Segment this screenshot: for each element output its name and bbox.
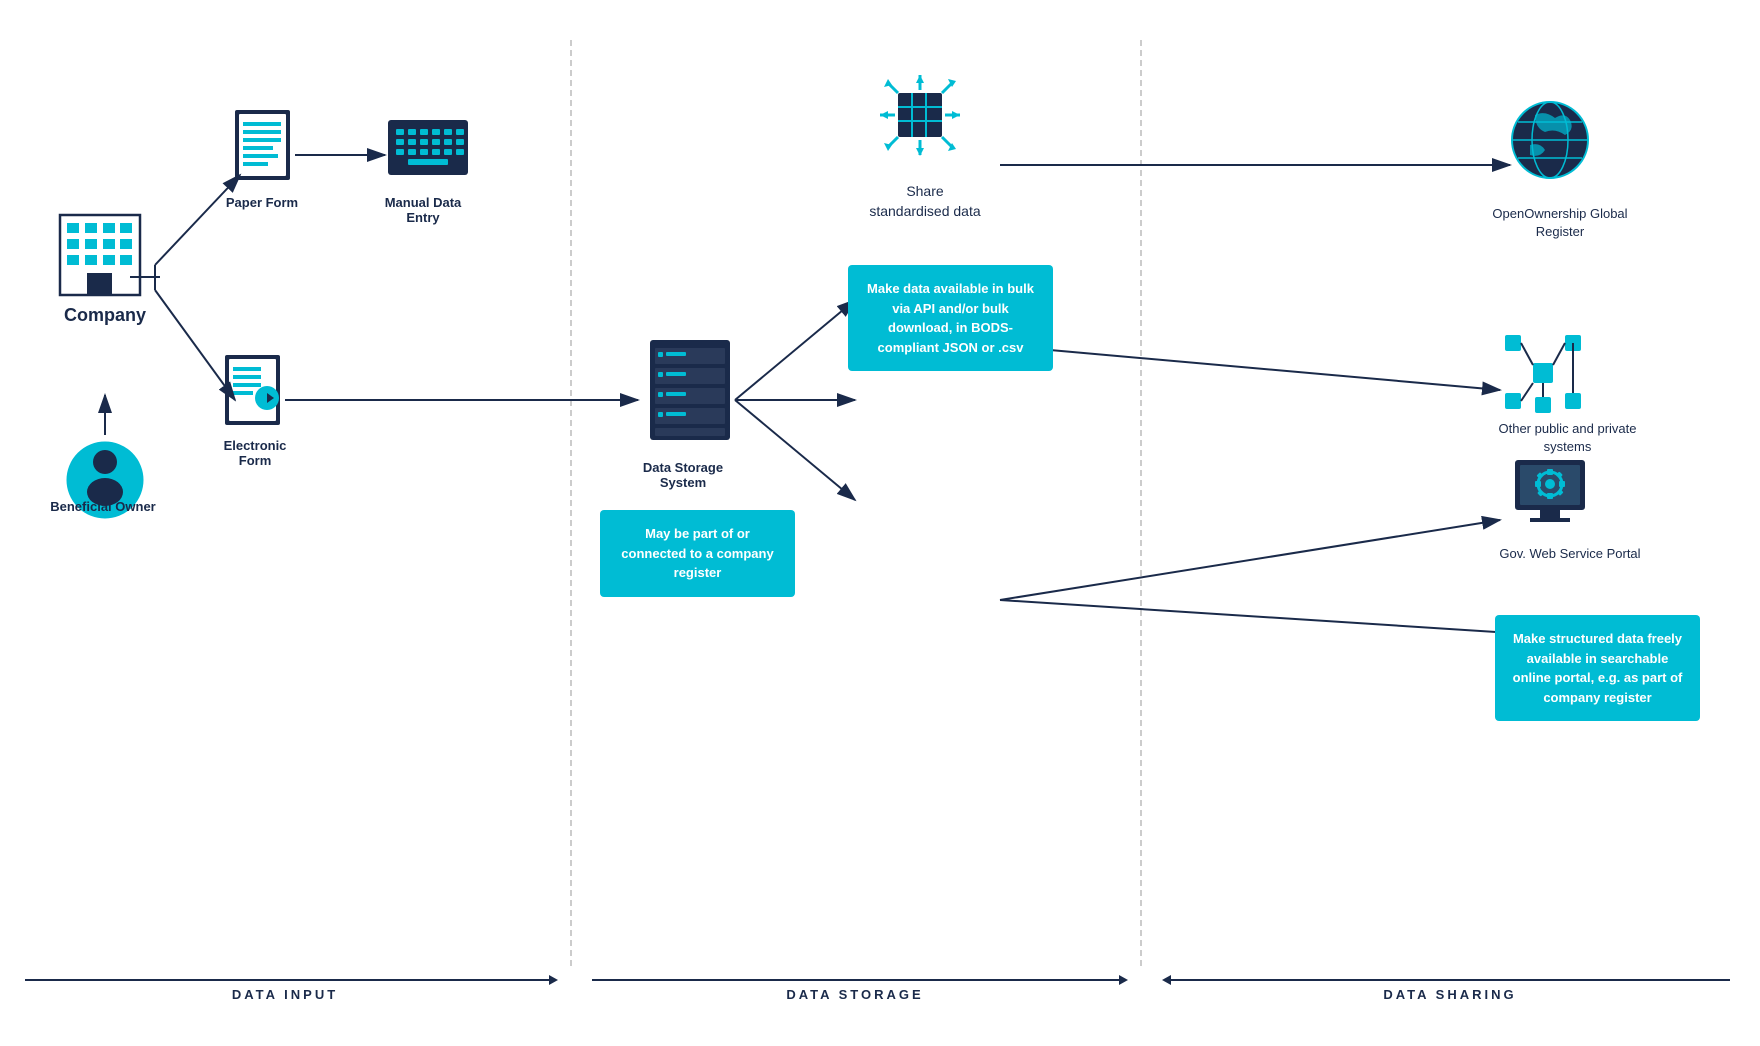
company-label: Company [60, 305, 150, 326]
paper-form-label: Paper Form [222, 195, 302, 210]
manual-entry-label: Manual Data Entry [373, 195, 473, 225]
openownership-label: OpenOwnership Global Register [1490, 205, 1630, 241]
data-storage-label: Data Storage System [628, 460, 738, 490]
diagram-container: Company Beneficial Owner Paper Form Manu… [0, 0, 1760, 1046]
structured-data-box: Make structured data freely available in… [1495, 615, 1700, 721]
data-input-label: DATA INPUT [232, 987, 338, 1002]
divider-1 [570, 40, 572, 966]
gov-portal-label: Gov. Web Service Portal [1490, 545, 1650, 563]
electronic-form-label: Electronic Form [210, 438, 300, 468]
may-be-part-box: May be part of or connected to a company… [600, 510, 795, 597]
make-data-box: Make data available in bulk via API and/… [848, 265, 1053, 371]
section-labels: DATA INPUT DATA STORAGE DATA SHARING [0, 986, 1760, 1004]
connections-svg [0, 0, 1760, 1046]
data-sharing-label: DATA SHARING [1383, 987, 1516, 1002]
divider-2 [1140, 40, 1142, 966]
beneficial-owner-label: Beneficial Owner [48, 498, 158, 516]
data-storage-label-bottom: DATA STORAGE [786, 987, 923, 1002]
other-systems-label: Other public and private systems [1480, 420, 1655, 456]
share-standardised-label: Share standardised data [865, 182, 985, 221]
